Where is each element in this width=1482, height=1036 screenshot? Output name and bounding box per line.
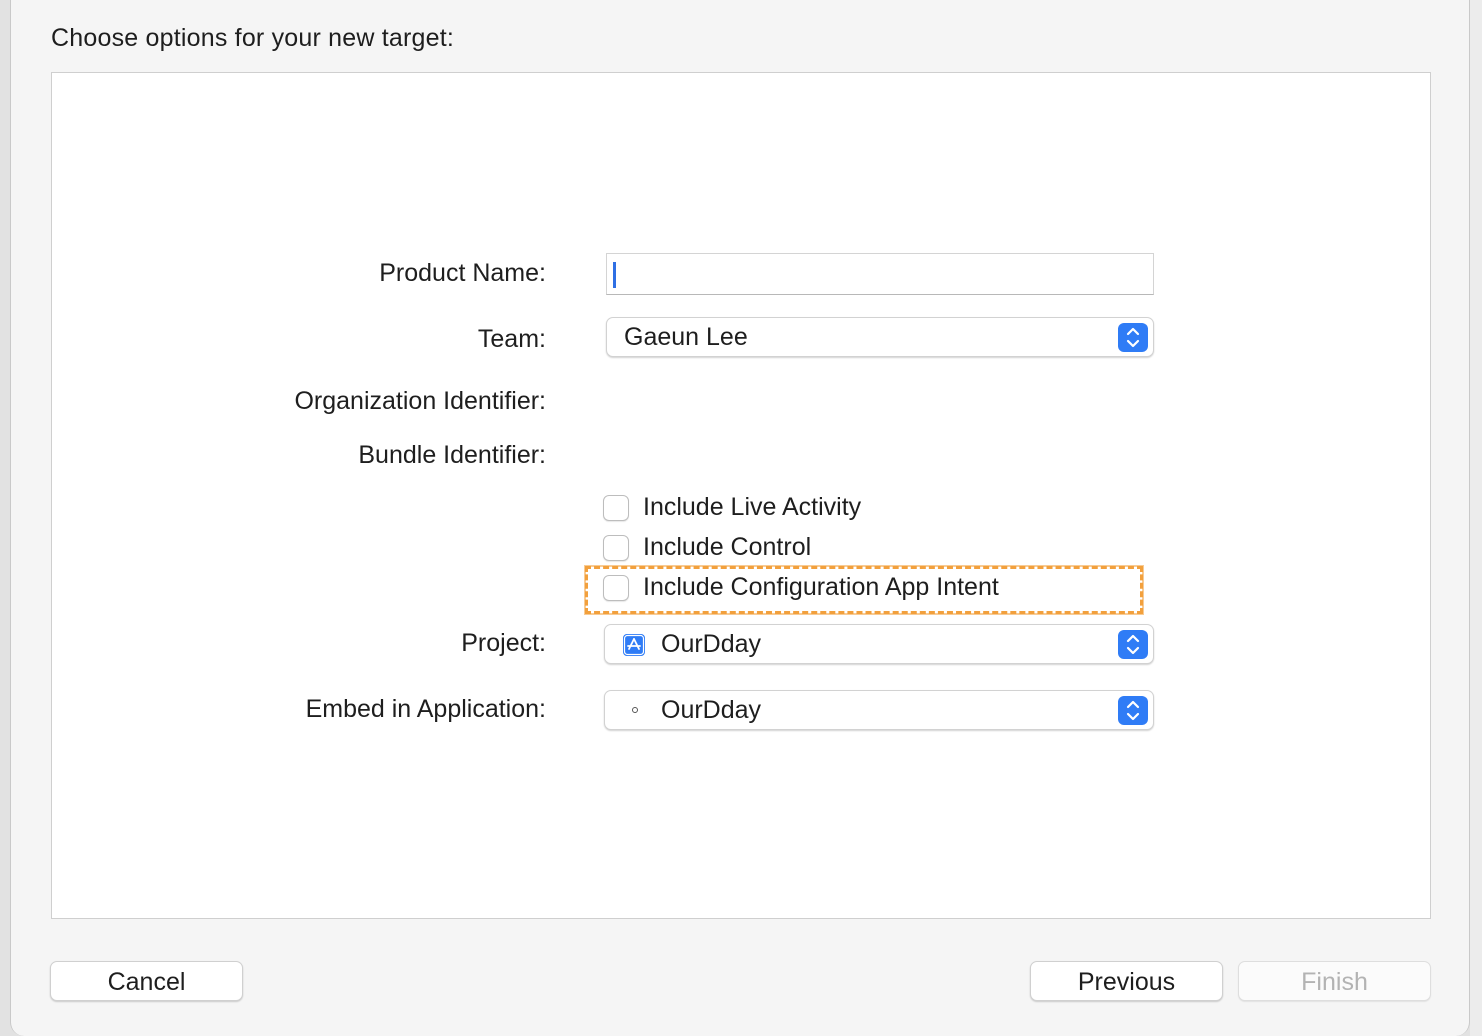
- include-live-activity-checkbox[interactable]: [603, 495, 629, 521]
- project-label: Project:: [461, 629, 546, 657]
- options-form-panel: Product Name: Team: Gaeun Lee Organizati…: [51, 72, 1431, 919]
- up-down-chevron-icon: [1118, 323, 1148, 352]
- text-caret: [613, 262, 616, 288]
- product-name-input[interactable]: [606, 253, 1154, 295]
- previous-button[interactable]: Previous: [1030, 961, 1223, 1001]
- sheet-title: Choose options for your new target:: [51, 24, 455, 52]
- app-store-icon: [623, 634, 645, 656]
- annotation-highlight-box: [584, 565, 1144, 615]
- embed-in-application-label: Embed in Application:: [305, 695, 546, 723]
- embed-in-application-popup[interactable]: OurDday: [604, 690, 1154, 730]
- team-label: Team:: [477, 325, 546, 353]
- product-name-label: Product Name:: [379, 259, 546, 287]
- team-popup-value: Gaeun Lee: [624, 323, 748, 351]
- background-window-edge: [1470, 0, 1482, 1036]
- finish-button[interactable]: Finish: [1238, 961, 1431, 1001]
- embed-in-application-popup-value: OurDday: [661, 696, 762, 724]
- project-popup[interactable]: OurDday: [604, 624, 1154, 664]
- include-control-label[interactable]: Include Control: [643, 533, 811, 562]
- bundle-identifier-label: Bundle Identifier:: [358, 441, 546, 469]
- up-down-chevron-icon: [1118, 630, 1148, 659]
- include-control-checkbox[interactable]: [603, 535, 629, 561]
- include-live-activity-label[interactable]: Include Live Activity: [643, 493, 861, 522]
- organization-identifier-label: Organization Identifier:: [294, 387, 546, 415]
- cancel-button[interactable]: Cancel: [50, 961, 243, 1001]
- team-popup[interactable]: Gaeun Lee: [606, 317, 1154, 357]
- project-popup-value: OurDday: [661, 630, 762, 658]
- new-target-options-sheet: Choose options for your new target: Prod…: [10, 0, 1470, 1036]
- up-down-chevron-icon: [1118, 696, 1148, 725]
- dot-icon: [632, 707, 638, 713]
